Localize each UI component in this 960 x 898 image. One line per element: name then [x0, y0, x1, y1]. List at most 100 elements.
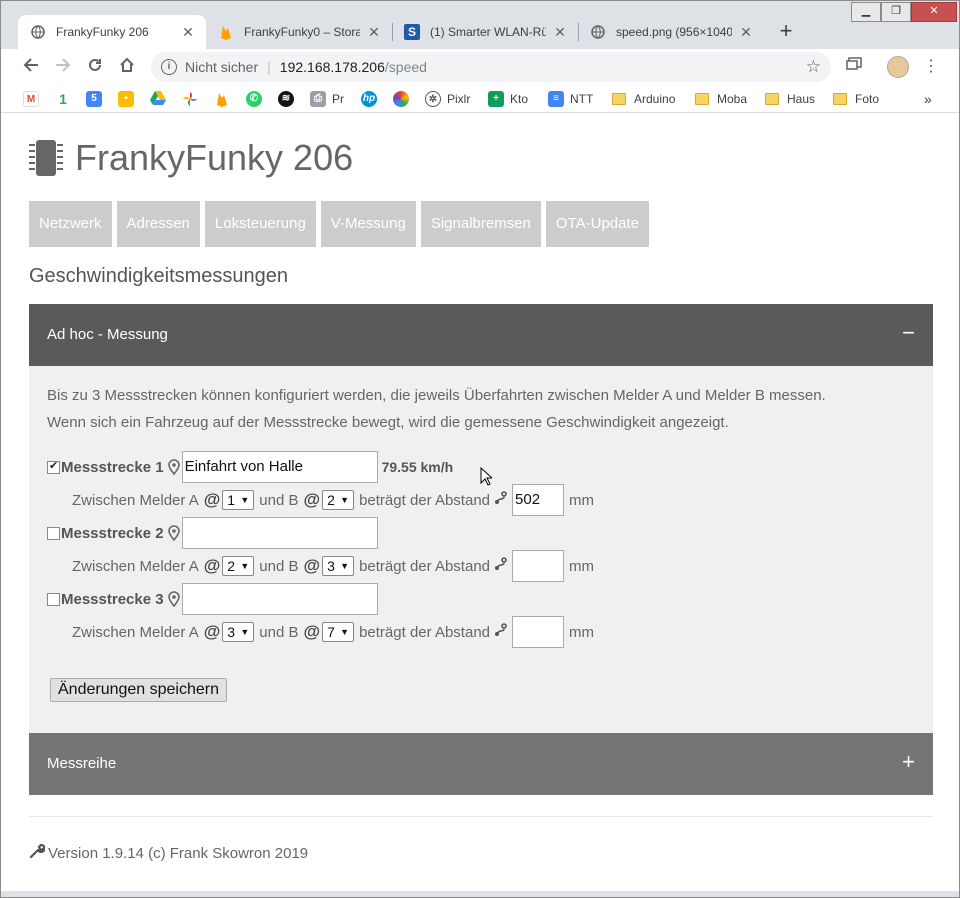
route-2-melder-b-select[interactable]: 3 ▼ [322, 556, 355, 576]
app-title: FrankyFunky 206 [75, 137, 354, 178]
collapse-icon[interactable]: − [902, 304, 915, 362]
route-2-name-input[interactable] [181, 517, 378, 549]
route-3-checkbox[interactable] [47, 592, 60, 606]
bookmark-one[interactable]: 1 [55, 89, 77, 109]
main-nav: Netzwerk Adressen Loksteuerung V-Messung… [29, 201, 654, 247]
route-3-distance-input[interactable] [512, 616, 565, 648]
forward-arrow-icon [56, 58, 71, 72]
route-2-melder-a-select[interactable]: 2 ▼ [222, 556, 255, 576]
between-label: Zwischen Melder A [72, 557, 199, 575]
bookmark-photos[interactable] [182, 89, 204, 109]
bookmark-hp[interactable]: hp [361, 89, 383, 109]
route-1-melder-b-select[interactable]: 2 ▼ [322, 490, 355, 510]
profile-avatar[interactable] [887, 56, 909, 78]
nav-v-messung[interactable]: V-Messung [320, 201, 416, 247]
route-3-name-input[interactable] [181, 583, 378, 615]
bookmark-kto[interactable]: + Kto [488, 89, 528, 109]
url-host: 192.168.178.206 [279, 59, 385, 75]
bookmark-arduino[interactable]: Arduino [612, 89, 675, 109]
save-button[interactable]: Änderungen speichern [50, 678, 228, 702]
at-sign: @ [303, 622, 321, 641]
route-2-label: Messstrecke 2 [61, 524, 164, 542]
close-window-button[interactable]: ✕ [911, 2, 957, 22]
route-2-distance-input[interactable] [512, 550, 565, 582]
back-button[interactable] [18, 54, 44, 80]
minimize-button[interactable]: ▁ [851, 2, 881, 22]
bookmark-label: NTT [570, 92, 594, 106]
route-1-checkbox[interactable] [47, 459, 60, 474]
page-content: FrankyFunky 206 Netzwerk Adressen Lokste… [1, 113, 959, 891]
tab-title: (1) Smarter WLAN-Rüc [430, 25, 546, 39]
folder-icon [612, 93, 626, 105]
colorwheel-icon [393, 91, 409, 107]
bookmark-whatsapp[interactable]: ✆ [246, 89, 268, 109]
mouse-cursor-icon [480, 466, 494, 486]
maximize-button[interactable]: ❐ [881, 2, 911, 22]
accordion-adhoc-header[interactable]: Ad hoc - Messung − [29, 304, 933, 366]
expand-icon[interactable]: + [902, 733, 915, 791]
reload-button[interactable] [82, 54, 108, 80]
browser-toolbar: i Nicht sicher | 192.168.178.206 /speed … [1, 49, 959, 85]
home-button[interactable] [114, 54, 140, 80]
cast-icon[interactable] [842, 55, 866, 79]
dropdown-arrow-icon: ▼ [240, 627, 250, 637]
photos-icon [182, 91, 198, 107]
tab-smarter-wlan[interactable]: S (1) Smarter WLAN-Rüc ✕ [392, 15, 578, 49]
aperture-icon: ✲ [425, 91, 441, 107]
bookmark-drive[interactable] [150, 89, 172, 109]
tab-title: speed.png (956×1040) [616, 25, 732, 39]
bookmark-spotify[interactable]: ≋ [278, 89, 300, 109]
more-bookmarks-button[interactable]: » [924, 89, 932, 109]
bookmark-keep[interactable]: ▪ [118, 89, 140, 109]
bookmark-star-icon[interactable]: ☆ [806, 57, 821, 77]
route-1-name-input[interactable]: Einfahrt von Halle [181, 451, 378, 483]
bookmark-calendar[interactable]: 5 [86, 89, 108, 109]
tab-close-icon[interactable]: ✕ [180, 24, 196, 41]
nav-adressen[interactable]: Adressen [116, 201, 200, 247]
bookmark-label: Moba [717, 92, 748, 106]
route-distance-icon [494, 491, 508, 509]
route-1-melder-a-select[interactable]: 1 ▼ [222, 490, 255, 510]
tab-firebase-storage[interactable]: FrankyFunky0 – Storage ✕ [206, 15, 392, 49]
forward-button[interactable] [50, 54, 76, 80]
footer: Version 1.9.14 (c) Frank Skowron 2019 [29, 843, 308, 863]
tab-close-icon[interactable]: ✕ [738, 24, 754, 41]
selected-value: 7 [327, 624, 335, 640]
bookmark-firebase[interactable] [214, 89, 236, 109]
keep-icon: ▪ [118, 91, 134, 107]
tab-close-icon[interactable]: ✕ [366, 24, 382, 41]
bookmark-colorwheel[interactable] [393, 89, 415, 109]
route-3-melder-a-select[interactable]: 3 ▼ [222, 622, 255, 642]
bookmark-gmail[interactable]: M [23, 89, 45, 109]
bookmark-haus[interactable]: Haus [765, 89, 815, 109]
route-1-distance-input[interactable]: 502 [512, 484, 565, 516]
new-tab-button[interactable]: + [772, 18, 800, 46]
route-2-checkbox[interactable] [47, 526, 60, 540]
tab-speed-png[interactable]: speed.png (956×1040) ✕ [578, 15, 764, 49]
distance-label: beträgt der Abstand [359, 557, 491, 575]
tab-close-icon[interactable]: ✕ [552, 24, 568, 41]
accordion-messreihe-header[interactable]: Messreihe + [29, 733, 933, 795]
nav-ota-update[interactable]: OTA-Update [545, 201, 649, 247]
info-icon[interactable]: i [161, 59, 177, 75]
reload-icon [89, 58, 101, 71]
tab-strip: FrankyFunky 206 ✕ FrankyFunky0 – Storage… [1, 1, 959, 49]
bookmark-foto[interactable]: Foto [833, 89, 879, 109]
route-row-1: Messstrecke 1 Einfahrt von Halle 79.55 k… [47, 451, 453, 483]
whatsapp-icon: ✆ [246, 91, 262, 107]
nav-signalbremsen[interactable]: Signalbremsen [420, 201, 541, 247]
address-bar[interactable]: i Nicht sicher | 192.168.178.206 /speed … [151, 52, 831, 82]
bookmark-pixlr[interactable]: ✲ Pixlr [425, 89, 470, 109]
bookmark-ntt[interactable]: ≡ NTT [548, 89, 593, 109]
printer-icon: ⎙ [310, 91, 326, 107]
nav-loksteuerung[interactable]: Loksteuerung [204, 201, 316, 247]
version-text: Version 1.9.14 (c) Frank Skowron 2019 [48, 844, 309, 862]
tab-frankyfunky[interactable]: FrankyFunky 206 ✕ [18, 15, 206, 49]
menu-kebab-icon[interactable]: ⋮ [919, 55, 943, 79]
nav-netzwerk[interactable]: Netzwerk [29, 201, 112, 247]
dropdown-arrow-icon: ▼ [240, 495, 250, 505]
route-3-melder-b-select[interactable]: 7 ▼ [322, 622, 355, 642]
between-label: Zwischen Melder A [72, 491, 199, 509]
bookmark-moba[interactable]: Moba [695, 89, 747, 109]
bookmark-pr[interactable]: ⎙ Pr [310, 89, 344, 109]
